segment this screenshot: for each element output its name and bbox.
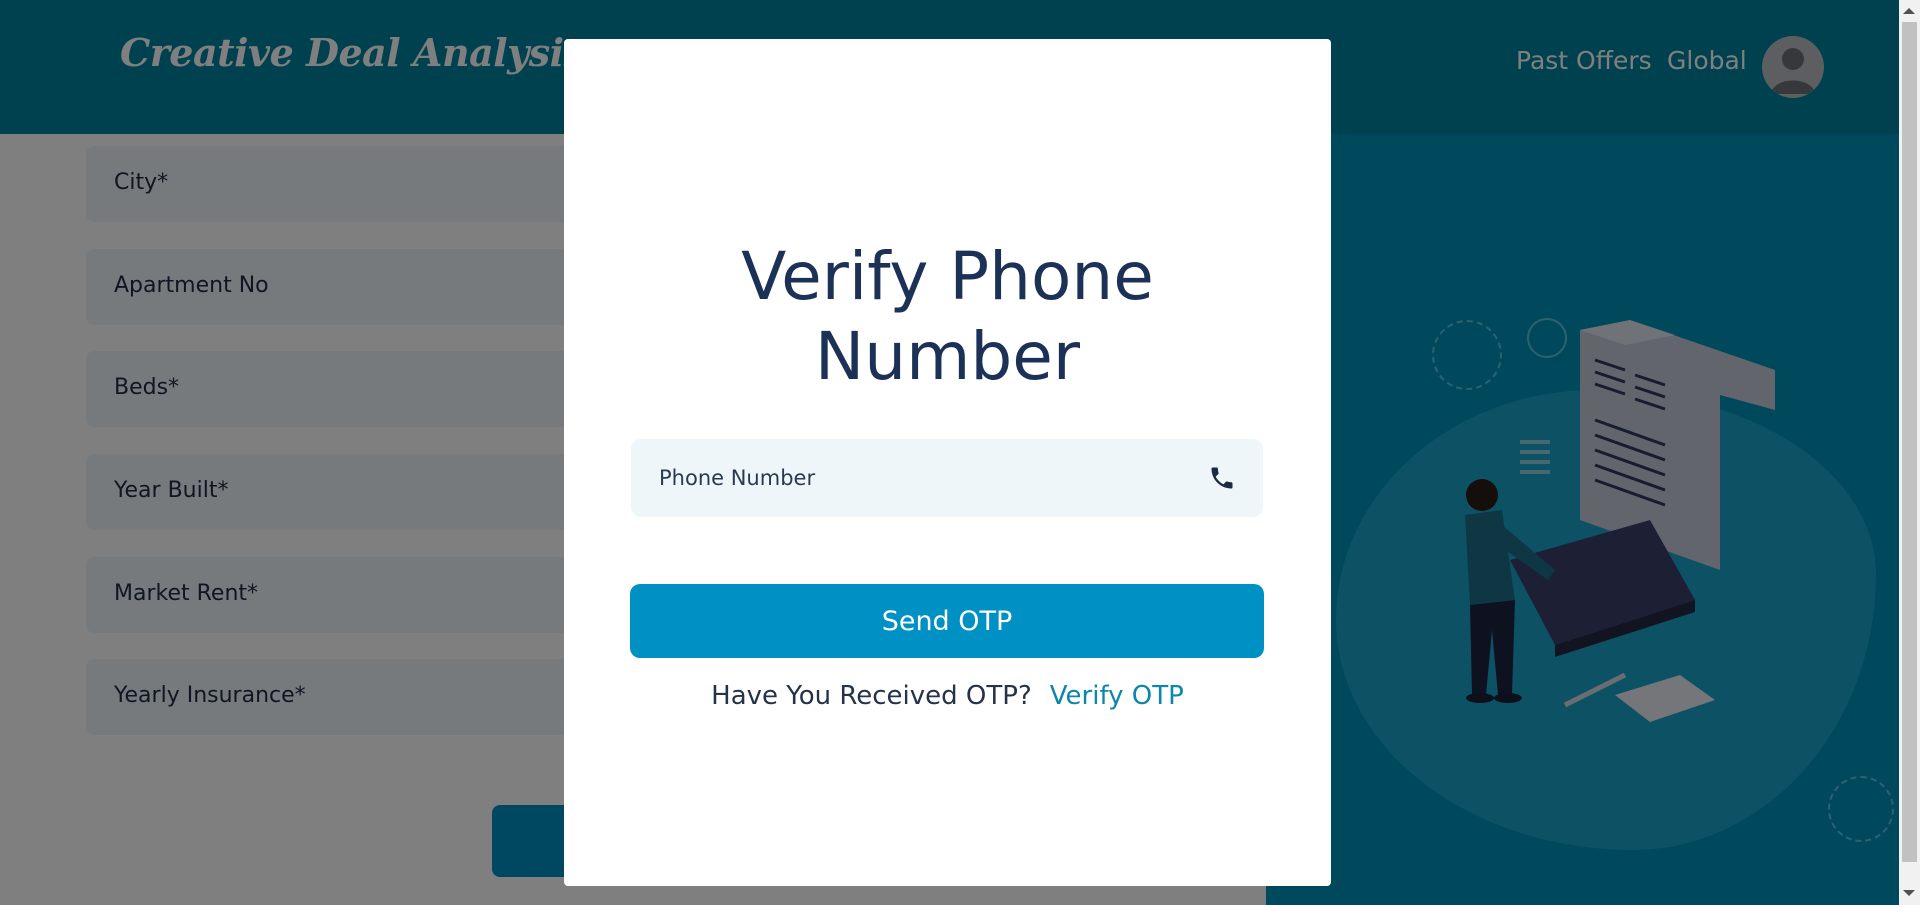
modal-title-line1: Verify Phone bbox=[741, 238, 1154, 315]
otp-prompt-row: Have You Received OTP? Verify OTP bbox=[564, 681, 1331, 711]
scroll-up-arrow-icon[interactable] bbox=[1903, 8, 1915, 14]
modal-title-line2: Number bbox=[814, 318, 1081, 395]
received-otp-text: Have You Received OTP? bbox=[711, 681, 1032, 711]
send-otp-button[interactable]: Send OTP bbox=[630, 584, 1264, 658]
scrollbar-thumb[interactable] bbox=[1902, 22, 1917, 862]
phone-number-input[interactable] bbox=[631, 439, 1263, 517]
scroll-down-arrow-icon[interactable] bbox=[1903, 890, 1915, 896]
verify-otp-link[interactable]: Verify OTP bbox=[1050, 681, 1184, 711]
verify-phone-modal: Verify Phone Number Send OTP Have You Re… bbox=[564, 39, 1331, 886]
phone-icon bbox=[1211, 467, 1233, 489]
modal-title: Verify Phone Number bbox=[564, 237, 1331, 397]
